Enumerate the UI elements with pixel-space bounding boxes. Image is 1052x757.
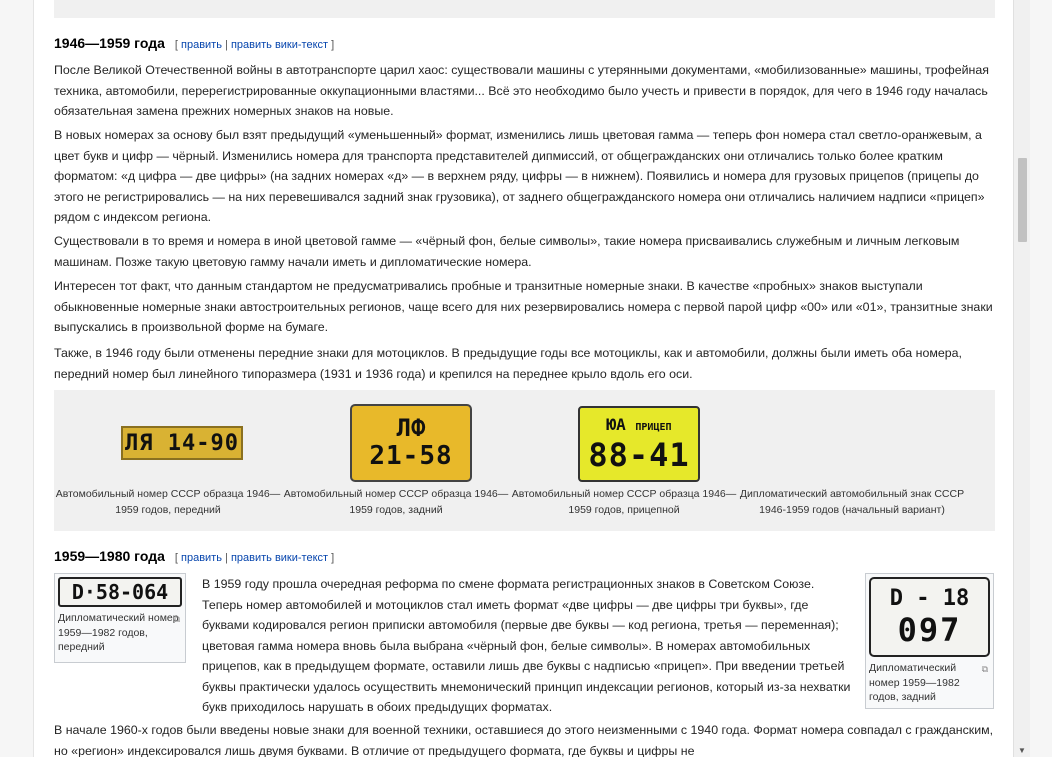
edit-source-link[interactable]: править вики-текст xyxy=(231,552,328,564)
section-heading-1946: 1946—1959 года [ править | править вики-… xyxy=(54,35,334,51)
thumbnail-caption: Дипломатический номер 1959—1982 годов, з… xyxy=(869,662,988,703)
image-gallery: ЛЯ 14-90 Автомобильный номер СССР образц… xyxy=(54,390,995,531)
section-heading-1959: 1959—1980 года [ править | править вики-… xyxy=(54,548,334,564)
edit-links: [ править | править вики-текст ] xyxy=(174,39,335,51)
vertical-scrollbar[interactable]: ▼ xyxy=(1013,0,1030,757)
scrollbar-thumb[interactable] xyxy=(1018,158,1027,242)
gallery-caption: Дипломатический автомобильный знак СССР … xyxy=(739,488,965,516)
edit-links: [ править | править вики-текст ] xyxy=(174,552,335,564)
window-gutter xyxy=(1030,0,1052,757)
scroll-down-arrow-icon[interactable]: ▼ xyxy=(1018,746,1026,755)
gallery-caption: Автомобильный номер СССР образца 1946—19… xyxy=(55,488,281,516)
paragraph: В новых номерах за основу был взят преды… xyxy=(54,128,985,224)
license-plate-image[interactable]: D - 18 097 xyxy=(869,577,990,657)
gallery-caption: Автомобильный номер СССР образца 1946—19… xyxy=(511,488,737,516)
paragraph: В начале 1960-х годов были введены новые… xyxy=(54,723,994,757)
edit-link[interactable]: править xyxy=(181,552,222,564)
license-plate-image[interactable]: ЮА ПРИЦЕП 88-41 xyxy=(578,406,700,482)
paragraph: Также, в 1946 году были отменены передни… xyxy=(54,346,962,381)
thumbnail-diplomatic-rear[interactable]: D - 18 097 Дипломатический номер 1959—19… xyxy=(865,573,994,709)
gallery-caption: Автомобильный номер СССР образца 1946—19… xyxy=(283,488,509,516)
magnify-icon[interactable]: ⧉ xyxy=(982,662,988,677)
section-title: 1946—1959 года xyxy=(54,35,165,51)
previous-gallery-strip xyxy=(54,0,995,18)
edit-source-link[interactable]: править вики-текст xyxy=(231,39,328,51)
license-plate-image[interactable]: ЛЯ 14-90 xyxy=(121,426,243,460)
license-plate-image[interactable]: ЛФ 21-58 xyxy=(350,404,472,482)
paragraph: Интересен тот факт, что данным стандарто… xyxy=(54,279,993,334)
paragraph: Существовали в то время и номера в иной … xyxy=(54,234,960,269)
section-title: 1959—1980 года xyxy=(54,548,165,564)
edit-link[interactable]: править xyxy=(181,39,222,51)
paragraph: В 1959 году прошла очередная реформа по … xyxy=(202,577,851,714)
paragraph: После Великой Отечественной войны в авто… xyxy=(54,63,989,118)
article-page: 1946—1959 года [ править | править вики-… xyxy=(33,0,1013,757)
